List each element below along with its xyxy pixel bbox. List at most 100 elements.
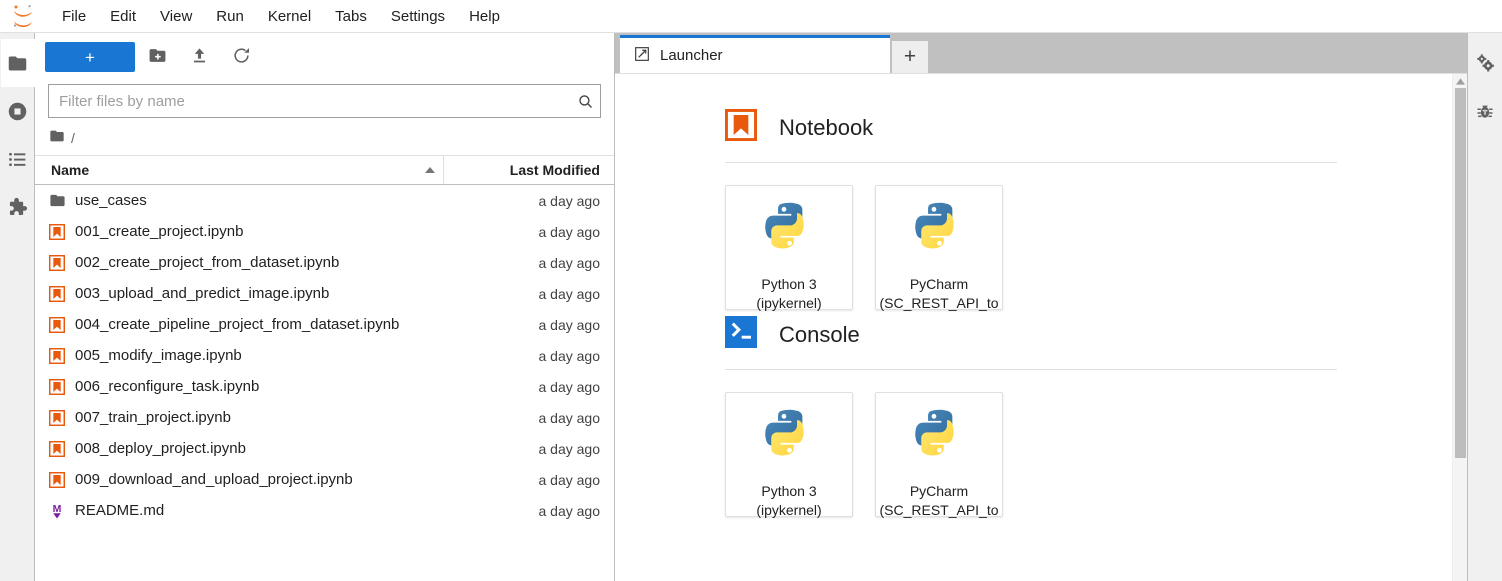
- search-icon[interactable]: [570, 93, 600, 110]
- folder-icon: [49, 128, 65, 149]
- menu-view[interactable]: View: [148, 4, 204, 29]
- markdown-icon: M: [49, 502, 75, 520]
- menu-help[interactable]: Help: [457, 4, 512, 29]
- file-list-item[interactable]: 005_modify_image.ipynb a day ago: [35, 340, 614, 371]
- launcher-section-title: Console: [779, 321, 860, 347]
- jupyterlab-window: File Edit View Run Kernel Tabs Settings …: [0, 0, 1502, 581]
- file-browser-toolbar: +: [35, 33, 614, 81]
- file-name: use_cases: [75, 192, 147, 209]
- launcher-card[interactable]: Python 3 (ipykernel): [725, 185, 853, 311]
- scroll-up-icon[interactable]: [1453, 74, 1467, 88]
- launcher-card-label-line1: Python 3: [761, 483, 817, 499]
- file-modified: a day ago: [538, 192, 601, 209]
- section-divider: [725, 162, 1337, 163]
- launcher-section-header: Notebook: [724, 108, 1467, 162]
- file-modified: a day ago: [538, 223, 601, 240]
- tab-bar: Launcher +: [615, 33, 1467, 73]
- notebook-icon: [49, 471, 75, 488]
- search-input[interactable]: [49, 85, 570, 117]
- property-inspector-gears-icon: [1474, 52, 1496, 74]
- launcher-card-list: Python 3 (ipykernel) PyCharm (SC_REST_API_t…: [725, 392, 1467, 520]
- file-list-item[interactable]: 006_reconfigure_task.ipynb a day ago: [35, 371, 614, 402]
- refresh-icon: [232, 46, 251, 68]
- jupyter-logo-icon: [6, 2, 40, 30]
- menu-file[interactable]: File: [50, 4, 98, 29]
- launcher-section: Console Python 3 (ipykernel) PyCharm (SC_RES…: [725, 316, 1467, 520]
- right-activity-bar: [1467, 33, 1502, 581]
- sidebar-item-running[interactable]: [0, 87, 34, 135]
- file-list-item[interactable]: 009_download_and_upload_project.ipynb a d…: [35, 464, 614, 495]
- launcher-sections: Notebook Python 3 (ipykernel) PyCharm (SC_RE…: [615, 74, 1467, 520]
- sidebar-item-commands[interactable]: [0, 135, 34, 183]
- file-name: 006_reconfigure_task.ipynb: [75, 378, 260, 395]
- column-header-name-label: Name: [51, 162, 90, 178]
- launcher-card-label: PyCharm (SC_REST_API_to: [879, 275, 998, 313]
- launcher-card-label-line2: (ipykernel): [756, 294, 822, 311]
- sort-ascending-icon: [425, 167, 435, 173]
- menu-kernel[interactable]: Kernel: [256, 4, 323, 29]
- menu-edit[interactable]: Edit: [98, 4, 148, 29]
- menu-tabs[interactable]: Tabs: [323, 4, 379, 29]
- tab-launcher-label: Launcher: [660, 47, 723, 64]
- file-modified: a day ago: [538, 378, 601, 395]
- debugger-bug-icon: [1475, 101, 1495, 121]
- command-palette-icon: [7, 149, 28, 170]
- column-header-last-modified[interactable]: Last Modified: [444, 156, 614, 184]
- upload-button[interactable]: [179, 41, 219, 73]
- launcher-section: Notebook Python 3 (ipykernel) PyCharm (SC_RE…: [724, 108, 1467, 313]
- notebook-icon: [49, 440, 75, 457]
- launcher-scrollbar[interactable]: [1452, 74, 1467, 581]
- file-name: 002_create_project_from_dataset.ipynb: [75, 254, 340, 271]
- file-name: README.md: [75, 502, 165, 519]
- menu-items: File Edit View Run Kernel Tabs Settings …: [50, 4, 512, 29]
- new-folder-button[interactable]: [137, 41, 177, 73]
- tab-launcher[interactable]: Launcher: [620, 35, 890, 73]
- notebook-icon: [49, 378, 75, 395]
- file-list-item[interactable]: 001_create_project.ipynb a day ago: [35, 216, 614, 247]
- extension-puzzle-icon: [6, 196, 28, 218]
- menu-run[interactable]: Run: [204, 4, 256, 29]
- column-header-name[interactable]: Name: [35, 156, 444, 184]
- notebook-icon: [49, 316, 75, 333]
- menu-settings[interactable]: Settings: [379, 4, 457, 29]
- file-name: 003_upload_and_predict_image.ipynb: [75, 285, 330, 302]
- sidebar-item-file-browser[interactable]: [0, 39, 35, 87]
- refresh-button[interactable]: [221, 41, 261, 73]
- file-name: 004_create_pipeline_project_from_dataset…: [75, 316, 400, 333]
- notebook-icon: [49, 347, 75, 364]
- file-name: 007_train_project.ipynb: [75, 409, 231, 426]
- file-list-item[interactable]: 004_create_pipeline_project_from_dataset…: [35, 309, 614, 340]
- notebook-icon: [49, 409, 75, 426]
- launcher-card[interactable]: PyCharm (SC_REST_API_to: [875, 185, 1003, 313]
- breadcrumb-path[interactable]: /: [71, 130, 75, 146]
- sidebar-item-debugger[interactable]: [1468, 87, 1502, 135]
- file-filter-box[interactable]: [48, 84, 601, 118]
- file-modified: a day ago: [538, 471, 601, 488]
- file-list-item[interactable]: 003_upload_and_predict_image.ipynb a day …: [35, 278, 614, 309]
- workspace: + Filter files by name / Name Last Modif…: [0, 33, 1502, 581]
- breadcrumb[interactable]: /: [35, 123, 614, 153]
- file-modified: a day ago: [538, 285, 601, 302]
- file-list-item[interactable]: 002_create_project_from_dataset.ipynb a d…: [35, 247, 614, 278]
- launcher-panel: Notebook Python 3 (ipykernel) PyCharm (SC_RE…: [615, 73, 1467, 581]
- scrollbar-thumb[interactable]: [1455, 88, 1466, 458]
- file-list-item[interactable]: 007_train_project.ipynb a day ago: [35, 402, 614, 433]
- file-list-item[interactable]: use_cases a day ago: [35, 185, 614, 216]
- launcher-section-title: Notebook: [779, 114, 874, 140]
- python-logo-icon: [908, 407, 970, 474]
- launcher-card[interactable]: PyCharm (SC_REST_API_to: [875, 392, 1003, 518]
- sidebar-item-extensions[interactable]: [0, 183, 34, 231]
- launcher-card[interactable]: Python 3 (ipykernel): [725, 392, 853, 520]
- new-tab-button[interactable]: +: [892, 41, 928, 73]
- file-name: 009_download_and_upload_project.ipynb: [75, 471, 353, 488]
- new-launcher-button[interactable]: +: [45, 42, 135, 72]
- file-list-item[interactable]: 008_deploy_project.ipynb a day ago: [35, 433, 614, 464]
- file-browser-panel: + Filter files by name / Name Last Modif…: [35, 33, 615, 581]
- launcher-card-list: Python 3 (ipykernel) PyCharm (SC_REST_API_t…: [725, 185, 1467, 313]
- file-name: 005_modify_image.ipynb: [75, 347, 242, 364]
- sidebar-item-property-inspector[interactable]: [1468, 39, 1502, 87]
- svg-text:M: M: [53, 502, 62, 514]
- file-list-item[interactable]: M README.md a day ago: [35, 495, 614, 526]
- notebook-icon: [49, 223, 75, 240]
- launcher-card-label: Python 3 (ipykernel): [756, 482, 821, 520]
